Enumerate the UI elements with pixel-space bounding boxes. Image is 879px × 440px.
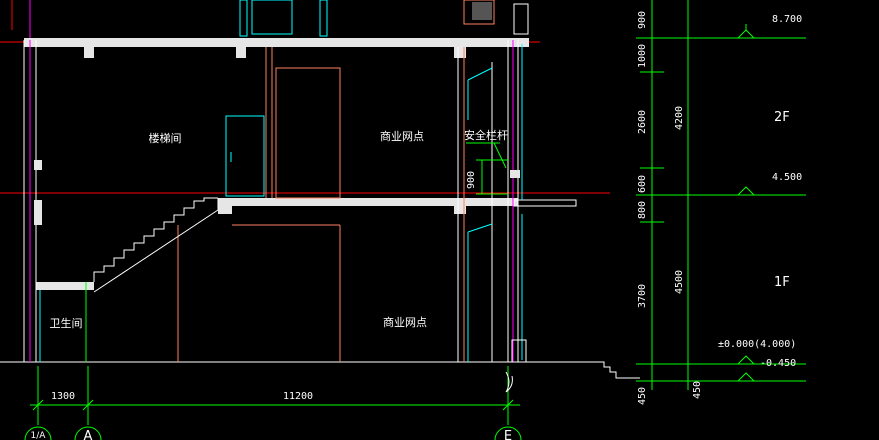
- axis-e-label: E: [504, 429, 512, 440]
- segment-dims: 900 1000 2600 600 800 3700 450 4200 4500…: [637, 11, 703, 405]
- horizontal-dimension-lines: [30, 366, 520, 425]
- dim-800: 800: [637, 201, 648, 219]
- dim-4500: 4500: [674, 270, 685, 294]
- span-11200: 11200: [283, 391, 313, 402]
- ground-steps: [596, 361, 640, 379]
- dim-1000: 1000: [637, 44, 648, 68]
- staircase: [85, 197, 219, 362]
- railing-height-dim: 900: [466, 171, 477, 189]
- axis-bubbles: [24, 426, 522, 440]
- dim-600: 600: [637, 175, 648, 193]
- floor-labels: 2F 1F: [774, 110, 790, 290]
- elevation-outside: -0.450: [760, 358, 796, 369]
- axis-left-label: 1/A: [31, 431, 47, 440]
- dim-450-a: 450: [637, 387, 648, 405]
- elevation-ground: ±0.000(4.000): [718, 339, 796, 350]
- dim-450-b: 450: [692, 381, 703, 399]
- vertical-dimension-lines: [636, 0, 806, 390]
- dim-4200: 4200: [674, 106, 685, 130]
- railing-label: 安全栏杆: [464, 128, 508, 142]
- elevation-mid: 4.500: [772, 172, 802, 183]
- upper-floor-fragment: [29, 0, 529, 40]
- floor-2f: 2F: [774, 110, 790, 125]
- stair-door: [225, 115, 265, 197]
- dim-900: 900: [637, 11, 648, 29]
- axis-a-label: A: [84, 429, 93, 440]
- span-1300: 1300: [51, 391, 75, 402]
- dim-2600: 2600: [637, 110, 648, 134]
- stair-room-label: 楼梯间: [149, 131, 182, 145]
- elevation-labels: 8.700 4.500 ±0.000(4.000) -0.450: [718, 14, 802, 369]
- lower-shop-label: 商业网点: [383, 315, 427, 329]
- bathroom-label: 卫生间: [50, 316, 83, 330]
- floor-1f: 1F: [774, 275, 790, 290]
- section-drawing: 楼梯间 商业网点 商业网点 卫生间 安全栏杆 900 900 1000 2600: [0, 0, 806, 440]
- elevation-top: 8.700: [772, 14, 802, 25]
- dim-3700: 3700: [637, 284, 648, 308]
- upper-shop-label: 商业网点: [380, 129, 424, 143]
- floor-slabs: [0, 38, 600, 363]
